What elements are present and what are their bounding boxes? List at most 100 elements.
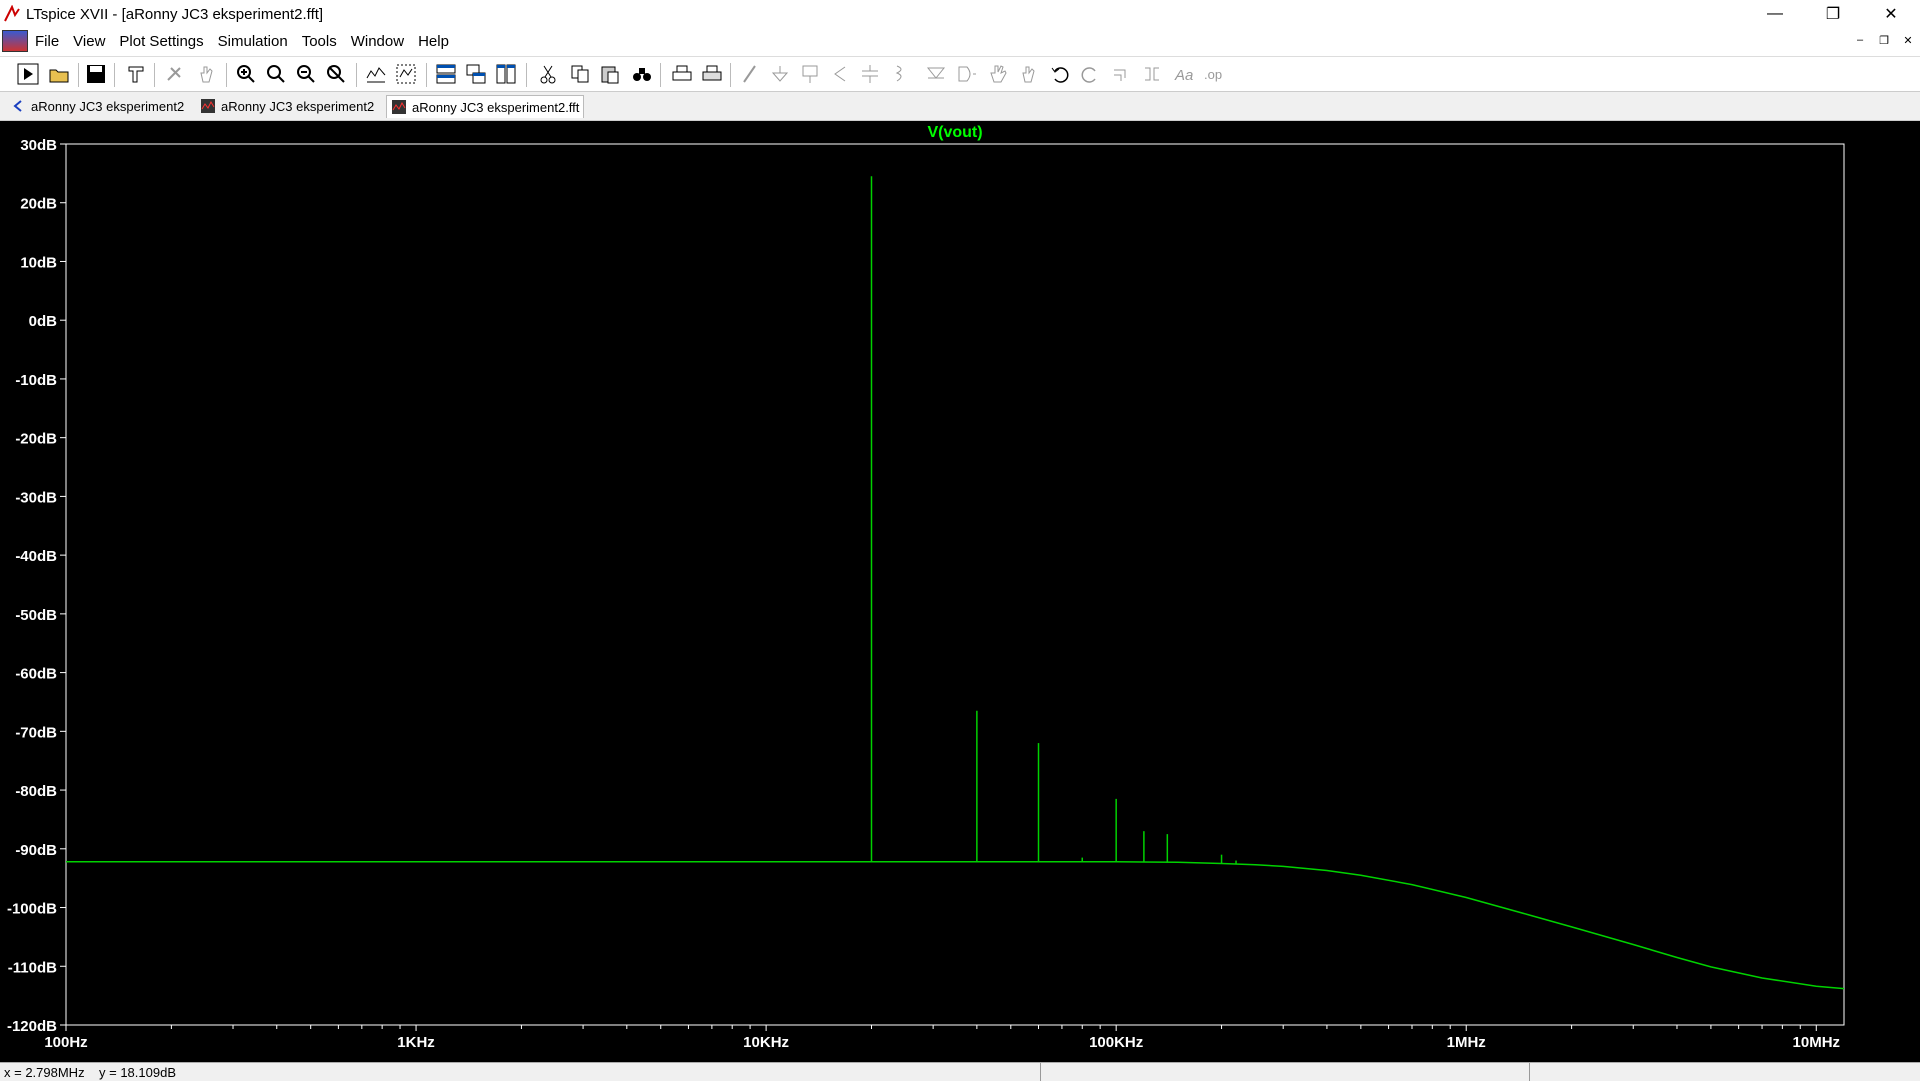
save-button[interactable] [82,60,110,88]
copy-button[interactable] [566,60,594,88]
cut-button[interactable] [534,60,562,88]
mirror-icon [1145,67,1159,81]
tile-horizontal-button[interactable] [432,60,460,88]
print-preview-button[interactable] [698,60,726,88]
autorange-y-button[interactable] [392,60,420,88]
label-button[interactable] [796,60,824,88]
x-tick-label: 10MHz [1793,1034,1841,1051]
zoom-in-icon [237,65,255,83]
close-button[interactable]: ✕ [1862,0,1920,28]
autorange-icon [366,67,386,83]
x-tick-label: 1MHz [1447,1034,1486,1051]
menu-plot-settings[interactable]: Plot Settings [112,33,210,50]
y-tick-label: -10dB [15,372,57,389]
component-button[interactable] [952,60,980,88]
x-axis[interactable]: 100Hz 1KHz 10KHz 100KHz 1MHz 10MHz [44,1025,1840,1051]
child-restore-button[interactable]: ❐ [1874,30,1894,50]
y-tick-label: -30dB [15,489,57,506]
pick-button[interactable] [160,60,188,88]
tab-waveform[interactable]: aRonny JC3 eksperiment2 [196,95,378,117]
trace-noise-floor[interactable] [66,860,1845,990]
tab-label: aRonny JC3 eksperiment2 [221,98,375,114]
rotate-button[interactable] [1108,60,1136,88]
child-minimize-button[interactable]: – [1850,30,1870,50]
mirror-button[interactable] [1138,60,1166,88]
paste-button[interactable] [596,60,624,88]
find-button[interactable] [628,60,656,88]
control-panel-button[interactable] [122,60,150,88]
capacitor-button[interactable] [856,60,884,88]
restore-button[interactable]: ❐ [1804,0,1862,28]
window-title: LTspice XVII - [aRonny JC3 eksperiment2.… [26,5,324,23]
redo-icon [1081,67,1096,83]
menu-file[interactable]: File [28,33,66,50]
y-tick-label: -90dB [15,842,57,859]
tile-horizontal-icon [436,64,456,84]
waveform-plot-window[interactable]: V(vout) 30dB 20dB 10dB 0dB -10dB -20dB -30dB -4… [0,121,1920,1062]
minimize-button[interactable]: — [1746,0,1804,28]
x-tick-label: 100Hz [44,1034,87,1051]
move-button[interactable] [984,60,1012,88]
menu-tools[interactable]: Tools [295,33,344,50]
inductor-icon [895,65,902,82]
y-axis[interactable]: 30dB 20dB 10dB 0dB -10dB -20dB -30dB -40dB -50dB… [7,137,66,1035]
y-tick-label: -20dB [15,431,57,448]
rotate-icon [1114,69,1126,81]
spice-directive-button[interactable]: .op [1200,60,1228,88]
menu-simulation[interactable]: Simulation [211,33,295,50]
schematic-icon [10,98,26,114]
tab-label: aRonny JC3 eksperiment2.fft [412,99,580,115]
label-icon [802,65,818,83]
open-button[interactable] [45,60,73,88]
menu-window[interactable]: Window [344,33,411,50]
close-icon: ✕ [1903,34,1913,47]
text-button[interactable]: Aa [1170,60,1198,88]
ground-button[interactable] [766,60,794,88]
diode-button[interactable] [922,60,950,88]
y-tick-label: 0dB [29,313,58,330]
run-icon [17,63,39,85]
menu-help[interactable]: Help [411,33,456,50]
resistor-button[interactable] [826,60,854,88]
tile-vertical-icon [496,64,516,84]
svg-text:.op: .op [1204,67,1222,82]
cursor-readout: x = 2.798MHz y = 18.109dB [0,1063,1041,1081]
plot-frame [65,143,1845,1026]
tab-fft[interactable]: aRonny JC3 eksperiment2.fft [386,95,585,118]
zoom-cancel-button[interactable] [322,60,350,88]
title-bar: LTspice XVII - [aRonny JC3 eksperiment2.… [0,0,1920,28]
fft-plot[interactable]: V(vout) 30dB 20dB 10dB 0dB -10dB -20dB -30dB -4… [0,121,1920,1062]
trace-title[interactable]: V(vout) [927,124,982,141]
inductor-button[interactable] [886,60,914,88]
y-tick-label: -60dB [15,666,57,683]
waveform-window-icon[interactable] [2,30,28,52]
wire-button[interactable] [736,60,764,88]
cascade-button[interactable] [462,60,490,88]
run-button[interactable] [14,60,42,88]
paste-icon [601,66,619,84]
x-tick-label: 10KHz [743,1034,789,1051]
print-icon [672,65,692,81]
print-button[interactable] [668,60,696,88]
y-tick-label: -100dB [7,901,57,918]
y-tick-label: -50dB [15,607,57,624]
text-icon: Aa [1174,67,1193,84]
cut-icon [540,65,556,84]
tab-schematic[interactable]: aRonny JC3 eksperiment2 [6,95,188,117]
menu-view[interactable]: View [66,33,112,50]
tile-vertical-button[interactable] [492,60,520,88]
y-tick-label: -40dB [15,548,57,565]
child-close-button[interactable]: ✕ [1898,30,1918,50]
autorange-button[interactable] [362,60,390,88]
move-icon [990,65,1007,83]
zoom-in-button[interactable] [232,60,260,88]
minimize-icon: – [1856,34,1864,46]
redo-button[interactable] [1076,60,1104,88]
zoom-out-button[interactable] [292,60,320,88]
zoom-fit-button[interactable] [262,60,290,88]
undo-button[interactable] [1046,60,1074,88]
restore-icon: ❐ [1879,34,1889,47]
pan-button[interactable] [192,60,220,88]
y-tick-label: 20dB [20,196,57,213]
drag-button[interactable] [1014,60,1042,88]
